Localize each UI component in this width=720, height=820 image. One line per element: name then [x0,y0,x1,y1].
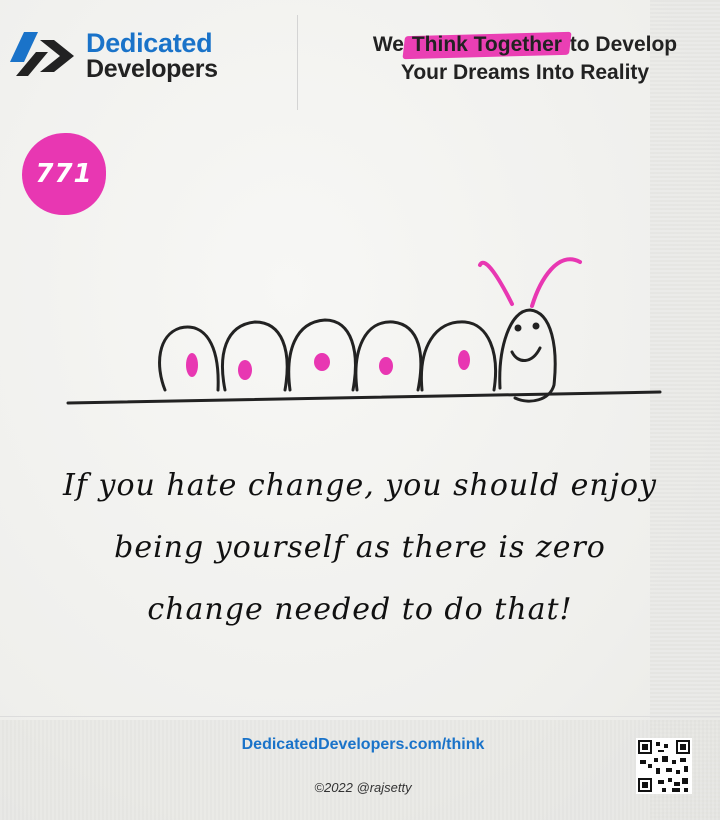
paper-edge-bottom [0,720,720,820]
caterpillar-drawing [66,257,662,405]
caterpillar-head [498,308,557,403]
episode-badge: 771 [22,133,106,215]
caterpillar-spot [314,353,330,371]
quote-line-3: change needed to do that! [147,592,573,627]
tagline-after: to Develop [563,33,678,56]
quote-line-1: If you hate change, you should enjoy [63,468,657,503]
website-link[interactable]: DedicatedDevelopers.com/think [0,736,720,754]
copyright-text: ©2022 @rajsetty [314,780,412,795]
caterpillar-spot [186,353,198,377]
caterpillar-body-segment [221,320,289,392]
tagline-line-2: Your Dreams Into Reality [400,61,650,84]
caterpillar-body-segment [354,320,423,392]
brand-line-2: Developers [86,55,218,83]
caterpillar-antenna [530,257,582,308]
tagline-highlight: Think Together [410,31,564,59]
quote-line-2: being yourself as there is zero [114,530,606,565]
tagline: We Think Together to Develop Your Dreams… [330,31,720,87]
caterpillar-body-segment [419,320,497,392]
header-divider [297,15,298,110]
ground-line [66,390,662,405]
tagline-highlight-text: Think Together [411,33,562,56]
qr-code-icon[interactable] [636,738,692,794]
caterpillar-antenna [478,260,514,306]
caterpillar-smile [510,346,542,362]
header: Dedicated Developers We Think Together t… [0,0,720,110]
caterpillar-spot [379,357,393,375]
caterpillar-eye [532,322,540,330]
caterpillar-eye [514,324,522,332]
brand-line-1: Dedicated [86,28,213,58]
footer-divider [0,716,720,717]
tagline-line-1: We Think Together to Develop [330,31,720,59]
dedicated-developers-logo-icon [10,32,74,76]
caterpillar-spot [458,350,470,370]
caterpillar-spot [238,360,252,380]
quote-text: If you hate change, you should enjoy bei… [20,455,700,641]
brand-name: Dedicated Developers [86,28,218,83]
